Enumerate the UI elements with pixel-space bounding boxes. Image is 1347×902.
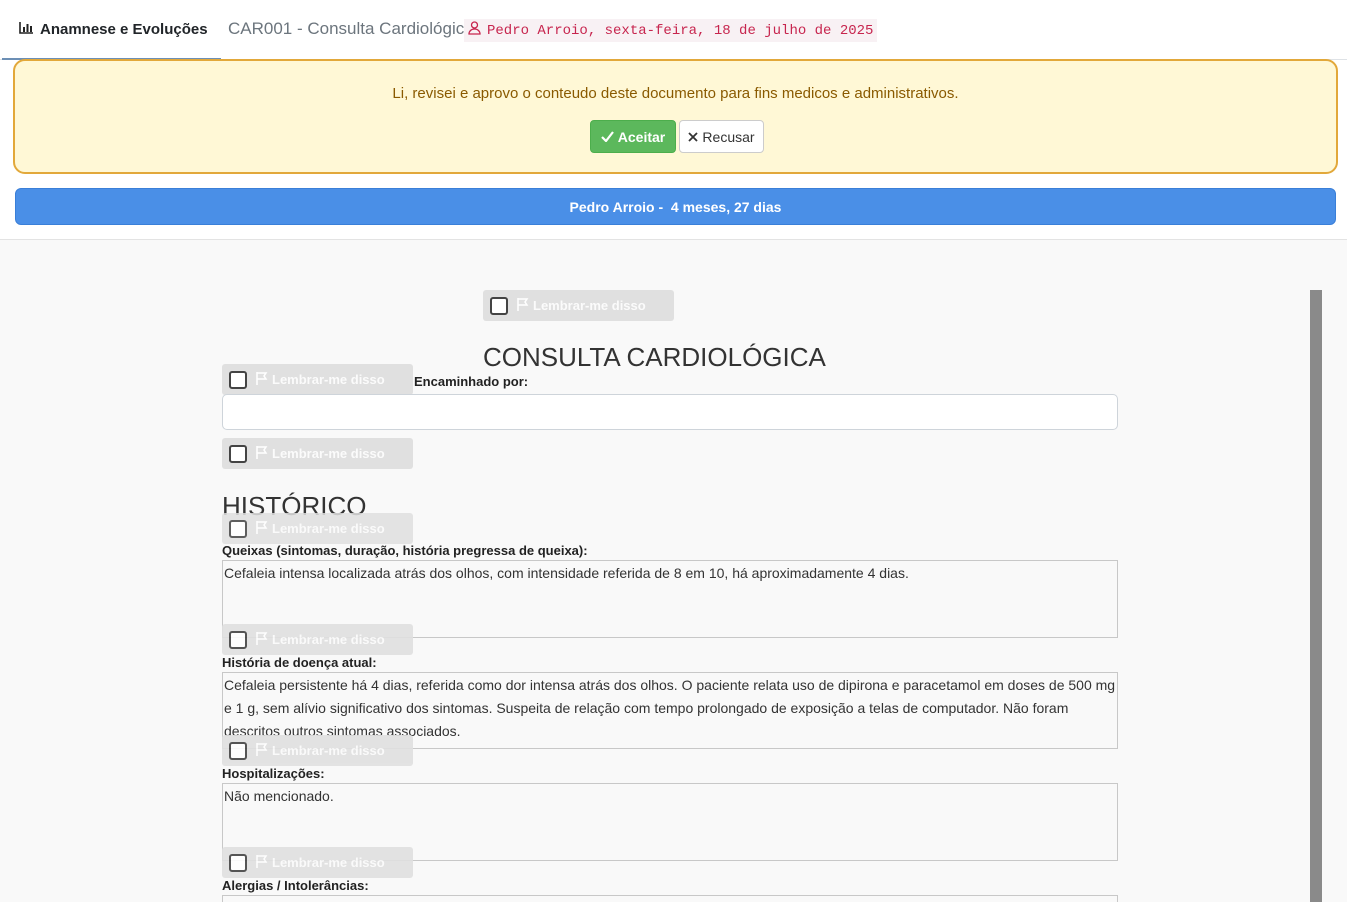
remind-toggle[interactable]: Lembrar-me disso [222,438,413,469]
flag-icon [255,520,272,537]
remind-checkbox[interactable] [229,519,247,538]
remind-checkbox[interactable] [229,853,247,872]
remind-label: Lembrar-me disso [272,372,385,387]
patient-date-text: Pedro Arroio, sexta-feira, 18 de julho d… [487,22,874,39]
remind-checkbox[interactable] [229,741,247,760]
referred-by-label: Encaminhado por: [414,374,529,389]
allergies-label: Alergias / Intolerâncias: [222,878,369,893]
scrollbar[interactable] [1310,290,1322,902]
header-bar: Anamnese e Evoluções CAR001 - Consulta C… [0,0,1347,60]
allergies-textarea[interactable] [222,895,1118,902]
remind-toggle[interactable]: Lembrar-me disso [222,735,413,766]
accept-button-label: Aceitar [617,128,666,145]
approval-message: Li, revisei e aprovo o conteudo deste do… [392,85,959,102]
reject-button[interactable]: Recusar [679,120,764,153]
flag-icon [255,445,272,462]
flag-icon [255,371,272,388]
remind-label: Lembrar-me disso [272,521,385,536]
flag-icon [516,297,533,314]
current-illness-label: História de doença atual: [222,655,377,670]
remind-checkbox[interactable] [229,630,247,649]
patient-age-bar: Pedro Arroio - 4 meses, 27 dias [15,188,1336,225]
referred-by-input[interactable] [222,394,1118,430]
remind-toggle[interactable]: Lembrar-me disso [222,624,413,655]
document-heading: CONSULTA CARDIOLÓGICA [483,342,826,372]
tab-anamnese[interactable]: Anamnese e Evoluções [2,0,221,60]
flag-icon [255,631,272,648]
patient-date-chip: Pedro Arroio, sexta-feira, 18 de julho d… [464,19,878,42]
remind-label: Lembrar-me disso [533,298,646,313]
remind-toggle[interactable]: Lembrar-me disso [222,847,413,878]
remind-checkbox[interactable] [490,296,508,315]
remind-label: Lembrar-me disso [272,632,385,647]
times-icon [688,129,702,145]
accept-button[interactable]: Aceitar [590,120,676,153]
hospitalizations-label: Hospitalizações: [222,766,325,781]
remind-label: Lembrar-me disso [272,446,385,461]
reject-button-label: Recusar [702,128,755,145]
remind-checkbox[interactable] [229,370,247,389]
document-title: CAR001 - Consulta Cardiológic [228,19,465,38]
tab-anamnese-label: Anamnese e Evoluções [40,20,208,38]
complaints-label: Queixas (sintomas, duração, história pre… [222,543,588,558]
check-icon [600,129,618,145]
chart-bar-icon [19,21,40,38]
remind-label: Lembrar-me disso [272,855,385,870]
remind-label: Lembrar-me disso [272,743,385,758]
remind-toggle[interactable]: Lembrar-me disso [222,364,413,395]
remind-toggle[interactable]: Lembrar-me disso [483,290,674,321]
approval-banner: Li, revisei e aprovo o conteudo deste do… [13,59,1338,174]
flag-icon [255,854,272,871]
remind-checkbox[interactable] [229,444,247,463]
user-icon [468,21,487,40]
remind-toggle[interactable]: Lembrar-me disso [222,513,413,544]
flag-icon [255,742,272,759]
